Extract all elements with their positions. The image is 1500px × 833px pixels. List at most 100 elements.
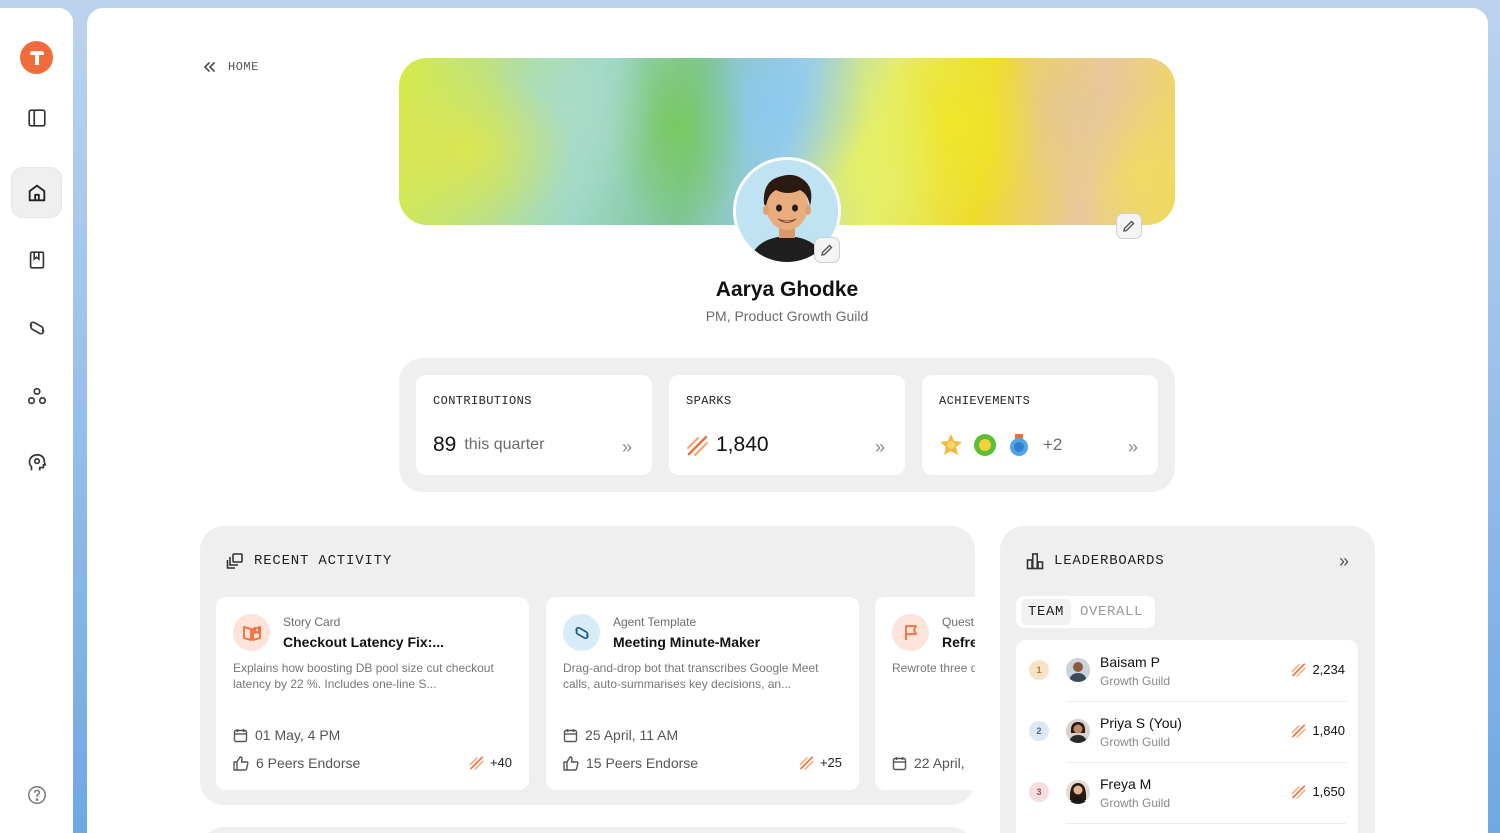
ring-badge-icon — [974, 434, 996, 456]
pencil-icon — [1123, 220, 1135, 232]
activity-title: Meeting Minute-Maker — [613, 634, 761, 650]
spark-icon — [1292, 785, 1307, 799]
recent-activity-header: RECENT ACTIVITY — [226, 552, 392, 570]
leaderboards-header: LEADERBOARDS — [1026, 552, 1164, 570]
leaderboard-team: Growth Guild — [1100, 796, 1171, 810]
tab-overall[interactable]: OVERALL — [1073, 599, 1150, 625]
leaderboards-expand-button[interactable]: » — [1339, 551, 1349, 572]
leaderboard-list: 1 Baisam P Growth Guild 2,234 2 Priya S … — [1016, 640, 1358, 833]
bookmark-icon — [29, 250, 44, 269]
rank-badge: 1 — [1029, 660, 1049, 680]
sidebar-toggle-icon — [27, 108, 46, 127]
activity-card[interactable]: Agent Template Meeting Minute-Maker Drag… — [546, 597, 859, 790]
divider — [1066, 823, 1346, 824]
logo-icon — [29, 50, 44, 65]
activity-endorsements[interactable]: 6 Peers Endorse — [233, 755, 360, 771]
contributions-count: 89 — [433, 433, 457, 456]
help-button[interactable] — [11, 769, 62, 820]
sidebar-item-community[interactable] — [11, 370, 62, 421]
achievements-more-count: +2 — [1043, 435, 1063, 454]
community-icon — [27, 387, 46, 404]
contributions-period: this quarter — [464, 436, 545, 453]
pencil-icon — [821, 244, 833, 256]
activity-card[interactable]: Story Card Checkout Latency Fix:... Expl… — [216, 597, 529, 790]
profile-name: Aarya Ghodke — [715, 278, 859, 301]
sidebar-item-ideas[interactable] — [11, 437, 62, 488]
activity-sparks: +25 — [799, 755, 842, 770]
rank-badge: 2 — [1029, 721, 1049, 741]
leaderboard-name: Baisam P — [1100, 654, 1160, 670]
app-logo[interactable] — [20, 41, 53, 74]
activity-type: Quest — [942, 615, 975, 629]
medal-badge-icon — [1010, 434, 1028, 456]
chevrons-right-icon: » — [1127, 437, 1138, 457]
recent-activity-title: RECENT ACTIVITY — [254, 553, 393, 569]
leaderboard-score: 1,650 — [1291, 784, 1345, 799]
leaderboards-panel: LEADERBOARDS » TEAM OVERALL 1 Baisam P G… — [1000, 526, 1375, 833]
ideas-icon — [28, 453, 46, 470]
rank-badge: 3 — [1029, 782, 1049, 802]
contributions-value: 89 this quarter — [433, 433, 544, 457]
activity-type: Agent Template — [613, 615, 697, 629]
avatar — [1066, 719, 1090, 743]
achievements-badges: +2 — [939, 433, 1062, 457]
activity-date: 01 May, 4 PM — [233, 727, 340, 743]
bar-chart-icon — [1026, 553, 1044, 570]
activity-card[interactable]: Quest Refre Rewrote three duplicates, ad… — [875, 597, 975, 790]
sidebar-item-home[interactable] — [11, 167, 62, 218]
activity-stack-icon — [226, 553, 243, 569]
achievements-label: ACHIEVEMENTS — [939, 394, 1031, 408]
next-section-panel — [200, 827, 975, 833]
leaderboard-score: 1,840 — [1291, 723, 1345, 738]
contributions-card[interactable]: CONTRIBUTIONS 89 this quarter » — [416, 375, 652, 475]
chevrons-right-icon: » — [874, 437, 885, 457]
sidebar — [0, 8, 73, 833]
avatar — [1066, 658, 1090, 682]
quest-flag-icon — [892, 614, 929, 651]
activity-description: Drag-and-drop bot that transcribes Googl… — [563, 661, 819, 691]
leaderboard-row[interactable]: 1 Baisam P Growth Guild 2,234 — [1016, 640, 1358, 701]
activity-title: Refre — [942, 634, 975, 650]
calendar-icon — [892, 756, 907, 770]
leaderboards-title: LEADERBOARDS — [1054, 553, 1165, 569]
breadcrumb[interactable]: HOME — [202, 60, 259, 74]
sparks-card[interactable]: SPARKS 1,840 » — [669, 375, 905, 475]
spark-icon — [799, 756, 814, 770]
spark-icon — [1292, 724, 1307, 738]
main-panel: HOME Aarya Ghodke PM, Product Growth Gui… — [87, 8, 1488, 833]
tab-team[interactable]: TEAM — [1021, 599, 1072, 625]
thumbs-up-icon — [233, 755, 249, 771]
breadcrumb-home-link[interactable]: HOME — [228, 60, 259, 74]
activity-description: Explains how boosting DB pool size cut c… — [233, 661, 494, 691]
sidebar-item-library[interactable] — [11, 234, 62, 285]
edit-banner-button[interactable] — [1116, 213, 1142, 239]
home-icon — [28, 184, 45, 201]
sparks-count: 1,840 — [716, 433, 769, 456]
leaderboard-row[interactable]: 2 Priya S (You) Growth Guild 1,840 — [1016, 701, 1358, 762]
chevrons-right-icon: » — [621, 437, 632, 457]
edit-avatar-button[interactable] — [814, 237, 840, 263]
leaderboard-name: Priya S (You) — [1100, 715, 1182, 731]
recent-activity-panel: RECENT ACTIVITY Story Card Checkout Late… — [200, 526, 975, 805]
agents-icon — [29, 321, 44, 334]
agent-template-icon — [563, 614, 600, 651]
spark-icon — [1292, 663, 1307, 677]
sidebar-toggle-button[interactable] — [11, 92, 62, 143]
activity-endorsements[interactable]: 15 Peers Endorse — [563, 755, 698, 771]
activity-date: 22 April, — [892, 755, 965, 771]
achievements-card[interactable]: ACHIEVEMENTS +2 » — [922, 375, 1158, 475]
chevrons-left-icon — [203, 62, 215, 72]
calendar-icon — [563, 728, 578, 742]
sidebar-item-agents[interactable] — [11, 302, 62, 353]
leaderboard-name: Freya M — [1100, 776, 1152, 792]
calendar-icon — [233, 728, 248, 742]
story-card-icon — [233, 614, 270, 651]
activity-description: Rewrote three duplicates, ad — [892, 661, 975, 675]
star-badge-icon — [940, 434, 962, 455]
leaderboard-row[interactable]: 3 Freya M Growth Guild 1,650 — [1016, 762, 1358, 823]
stats-panel: CONTRIBUTIONS 89 this quarter » SPARKS 1… — [399, 358, 1175, 492]
leaderboard-team: Growth Guild — [1100, 735, 1171, 749]
activity-type: Story Card — [283, 615, 341, 629]
sparks-label: SPARKS — [686, 394, 732, 408]
profile-role: PM, Product Growth Guild — [705, 308, 869, 324]
